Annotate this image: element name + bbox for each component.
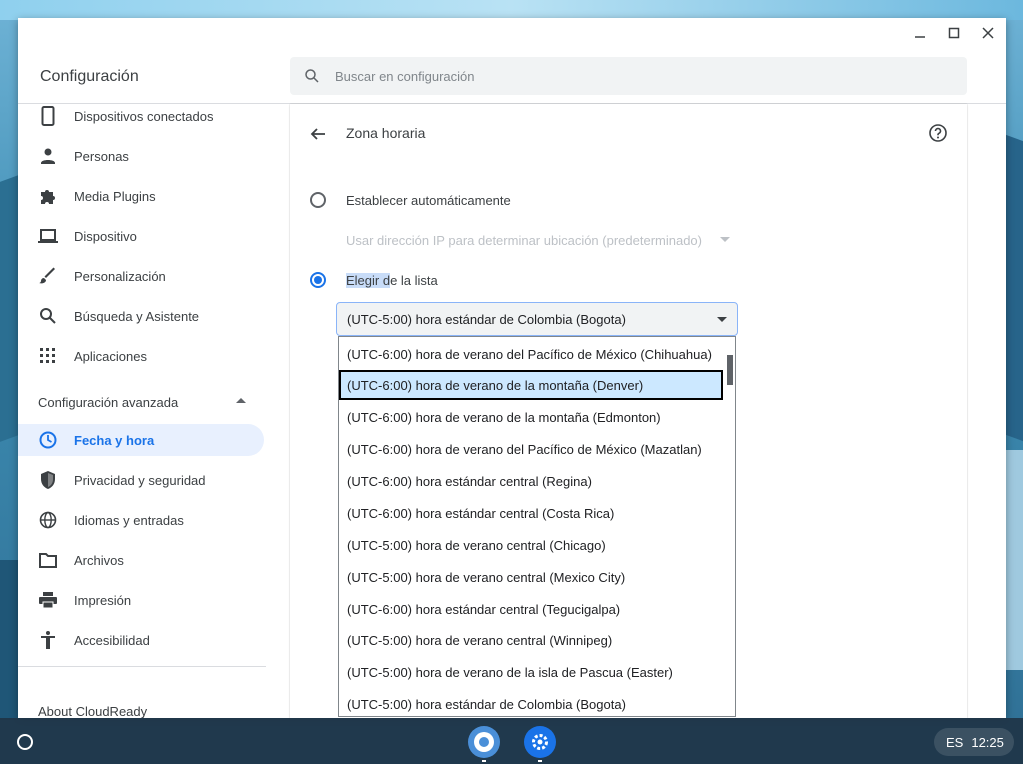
sidebar-item-label: Privacidad y seguridad [74,472,206,488]
sidebar-item-label: Impresión [74,592,132,608]
timezone-select-value: (UTC-5:00) hora estándar de Colombia (Bo… [347,311,626,327]
radio-auto-label[interactable]: Establecer automáticamente [346,193,511,208]
search-icon [38,306,58,326]
shield-icon [38,470,58,490]
radio-list-label-highlighted: Elegir d [346,273,391,288]
input-language: ES [946,734,964,750]
running-indicator [538,760,542,762]
search-icon [305,69,319,83]
sidebar-item-device[interactable]: Dispositivo [18,220,264,252]
timezone-option[interactable]: (UTC-5:00) hora de verano de la isla de … [339,657,723,687]
sidebar-item-apps[interactable]: Aplicaciones [18,340,264,372]
sidebar-item-label: Personalización [74,268,166,284]
timezone-option[interactable]: (UTC-6:00) hora de verano de la montaña … [339,402,723,432]
dropdown-scrollbar[interactable] [723,337,735,716]
timezone-option[interactable]: (UTC-5:00) hora de verano central (Chica… [339,530,723,560]
sidebar-item-privacy-security[interactable]: Privacidad y seguridad [18,464,264,496]
scrollbar-thumb[interactable] [727,355,733,385]
settings-window: Configuración Dispositivos conectados Pe… [18,18,1006,718]
sidebar: Dispositivos conectados Personas Media P… [18,104,268,718]
sidebar-item-languages[interactable]: Idiomas y entradas [18,504,264,536]
timezone-option[interactable]: (UTC-6:00) hora de verano del Pacífico d… [339,434,723,464]
timezone-option[interactable]: (UTC-6:00) hora estándar central (Regina… [339,466,723,496]
sidebar-item-label: Media Plugins [74,188,156,204]
sidebar-item-label: Aplicaciones [74,348,147,364]
settings-gear-icon[interactable] [524,726,556,758]
search-box[interactable] [290,57,967,95]
radio-auto[interactable] [310,192,326,208]
sidebar-item-label: Archivos [74,552,124,568]
accessibility-icon [38,630,58,650]
timezone-option-highlighted[interactable]: (UTC-6:00) hora de verano de la montaña … [339,370,723,400]
page-title: Zona horaria [346,125,426,141]
status-tray[interactable]: ES 12:25 [934,728,1014,756]
sidebar-item-label: Dispositivos conectados [74,108,214,124]
sidebar-item-label: Accesibilidad [74,632,150,648]
radio-list-label[interactable]: Elegir de la lista [346,273,438,288]
sidebar-item-label: Búsqueda y Asistente [74,308,200,324]
clock-time: 12:25 [971,734,1004,750]
minimize-icon[interactable] [910,22,930,44]
launcher-icon[interactable] [17,734,33,750]
app-title: Configuración [40,68,139,85]
maximize-icon[interactable] [944,22,964,44]
shelf: ES 12:25 [0,718,1023,764]
sidebar-item-label: Personas [74,148,129,164]
laptop-icon [38,226,58,246]
sidebar-item-people[interactable]: Personas [18,140,264,172]
sidebar-item-media-plugins[interactable]: Media Plugins [18,180,264,212]
sidebar-divider [18,666,266,667]
brush-icon [38,266,58,286]
timezone-select[interactable]: (UTC-5:00) hora estándar de Colombia (Bo… [336,302,738,336]
radio-list-label-rest: e la lista [390,273,438,288]
timezone-option[interactable]: (UTC-6:00) hora de verano del Pacífico d… [339,339,723,369]
sidebar-item-label: Dispositivo [74,228,137,244]
advanced-section-toggle[interactable]: Configuración avanzada [18,386,264,418]
chevron-down-icon [720,237,730,242]
title-bar [18,18,1006,48]
back-arrow-icon[interactable] [306,122,330,146]
chrome-icon[interactable] [468,726,500,758]
timezone-option[interactable]: (UTC-5:00) hora de verano central (Winni… [339,625,723,655]
advanced-section-label: Configuración avanzada [38,394,179,410]
timezone-option[interactable]: (UTC-6:00) hora estándar central (Costa … [339,498,723,528]
search-input[interactable] [335,68,895,84]
printer-icon [38,590,58,610]
timezone-dropdown-list: (UTC-6:00) hora de verano del Pacífico d… [338,336,736,717]
sidebar-item-printing[interactable]: Impresión [18,584,264,616]
chevron-down-icon [717,317,727,322]
sidebar-item-search-assistant[interactable]: Búsqueda y Asistente [18,300,264,332]
timezone-option[interactable]: (UTC-5:00) hora de verano central (Mexic… [339,562,723,592]
puzzle-icon [38,186,58,206]
timezone-option[interactable]: (UTC-5:00) hora estándar de Colombia (Bo… [339,689,723,716]
clock-icon [38,430,58,450]
sidebar-item-date-time[interactable]: Fecha y hora [18,424,264,456]
timezone-option[interactable]: (UTC-6:00) hora estándar central (Teguci… [339,594,723,624]
globe-icon [38,510,58,530]
sidebar-item-personalization[interactable]: Personalización [18,260,264,292]
auto-method-value: Usar dirección IP para determinar ubicac… [346,232,702,248]
apps-grid-icon [38,346,58,366]
about-link[interactable]: About CloudReady [38,704,147,718]
sidebar-item-files[interactable]: Archivos [18,544,264,576]
person-icon [38,146,58,166]
radio-list[interactable] [310,272,326,288]
sidebar-item-label: Fecha y hora [74,432,155,448]
running-indicator [482,760,486,762]
sidebar-item-connected-devices[interactable]: Dispositivos conectados [18,104,264,132]
folder-icon [38,550,58,570]
help-icon[interactable] [928,123,948,143]
sidebar-item-accessibility[interactable]: Accesibilidad [18,624,264,656]
settings-header: Configuración [18,48,1006,104]
auto-method-select: Usar dirección IP para determinar ubicac… [346,230,730,250]
close-icon[interactable] [978,22,998,44]
chevron-up-icon [236,398,246,403]
phone-icon [38,106,58,126]
sidebar-item-label: Idiomas y entradas [74,512,184,528]
